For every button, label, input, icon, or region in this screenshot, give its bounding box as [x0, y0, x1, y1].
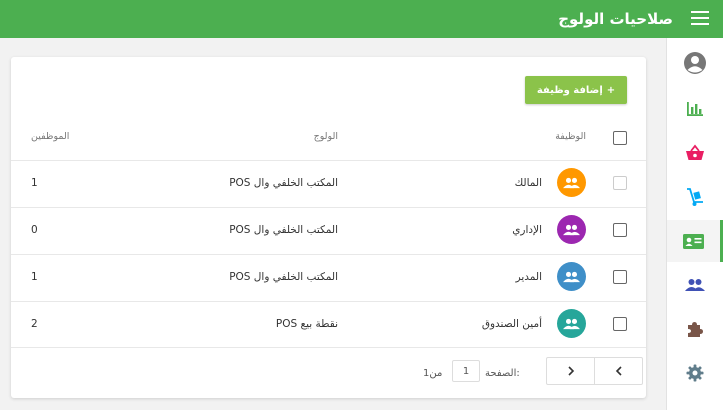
row-checkbox[interactable] [613, 176, 627, 190]
job-avatar [557, 262, 586, 291]
add-job-label: إضافة وظيفة [536, 84, 603, 96]
job-access: المكتب الخلفي وال POS [229, 271, 338, 283]
id-card-icon [683, 233, 704, 249]
next-page-button[interactable] [547, 358, 594, 384]
people-icon [563, 177, 580, 188]
chevron-right-icon [567, 366, 574, 376]
job-name: المالك [514, 177, 542, 189]
row-divider [11, 207, 646, 208]
shopping-basket-icon [686, 144, 704, 160]
add-job-button[interactable]: +إضافة وظيفة [525, 76, 627, 104]
prev-page-button[interactable] [594, 358, 642, 384]
sidebar-item-reports[interactable] [667, 88, 723, 130]
job-avatar [557, 168, 586, 197]
hamburger-menu-icon[interactable] [691, 11, 709, 27]
job-access: المكتب الخلفي وال POS [229, 224, 338, 236]
employee-count: 1 [31, 177, 38, 189]
sidebar [666, 38, 723, 410]
row-checkbox[interactable] [613, 270, 627, 284]
page-title: صلاحيات الولوج [558, 10, 673, 28]
sidebar-item-integrations[interactable] [667, 308, 723, 350]
puzzle-piece-icon [688, 322, 703, 337]
job-avatar [557, 309, 586, 338]
job-access: المكتب الخلفي وال POS [229, 177, 338, 189]
row-divider [11, 160, 646, 161]
row-checkbox[interactable] [613, 317, 627, 331]
select-all-checkbox[interactable] [613, 131, 627, 145]
sidebar-item-employees[interactable] [667, 264, 723, 306]
plus-icon: + [606, 84, 616, 96]
sidebar-item-inventory[interactable] [667, 176, 723, 218]
pagination-controls [546, 357, 643, 385]
row-divider [11, 347, 646, 348]
employee-count: 1 [31, 271, 38, 283]
people-icon [563, 318, 580, 329]
people-icon [563, 271, 580, 282]
header-job: الوظيفة [555, 131, 586, 142]
bar-chart-icon [687, 102, 703, 116]
hand-truck-icon [687, 188, 703, 206]
sidebar-item-account[interactable] [667, 42, 723, 84]
row-checkbox[interactable] [613, 223, 627, 237]
chevron-left-icon [615, 366, 622, 376]
row-divider [11, 301, 646, 302]
header-access: الولوج [313, 131, 338, 142]
user-account-icon [684, 52, 706, 74]
people-icon [563, 224, 580, 235]
job-avatar [557, 215, 586, 244]
gear-icon [686, 364, 704, 382]
sidebar-item-sales[interactable] [667, 132, 723, 174]
page-total: من1 [423, 368, 443, 379]
people-icon [685, 279, 705, 291]
row-divider [11, 254, 646, 255]
job-access: نقطة بيع POS [275, 318, 338, 330]
job-name: الإداري [512, 224, 542, 236]
access-rights-card: +إضافة وظيفة الوظيفة الولوج الموظفين الم… [11, 57, 646, 398]
page-label: الصفحة: [485, 368, 520, 379]
employee-count: 2 [31, 318, 38, 330]
header-employees: الموظفين [31, 131, 70, 142]
top-bar: صلاحيات الولوج [0, 0, 723, 38]
employee-count: 0 [31, 224, 38, 236]
sidebar-item-settings[interactable] [667, 352, 723, 394]
job-name: أمين الصندوق [481, 318, 542, 330]
sidebar-item-access-rights[interactable] [667, 220, 723, 262]
page-number-input[interactable] [452, 360, 480, 382]
job-name: المدير [515, 271, 542, 283]
